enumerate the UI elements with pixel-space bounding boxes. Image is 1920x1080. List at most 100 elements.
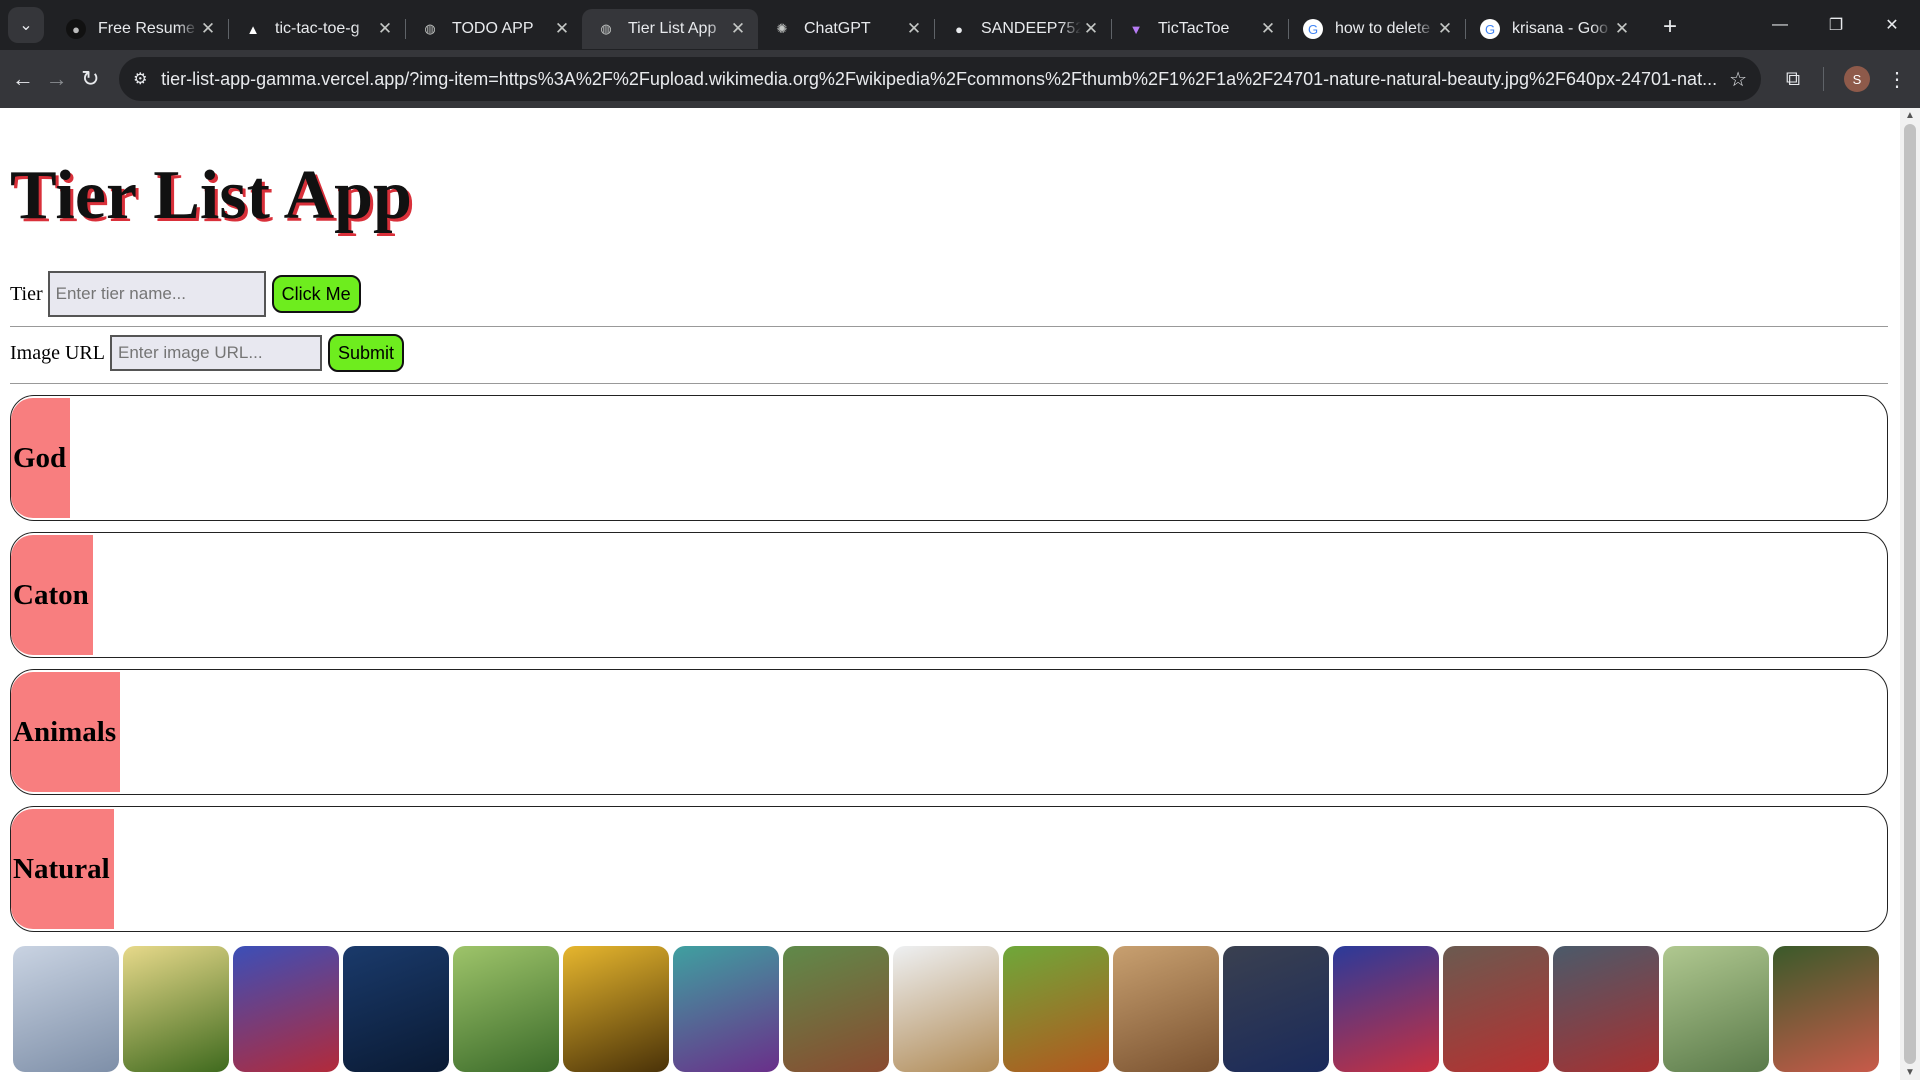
browser-toolbar: ← → ↻ ⚙ tier-list-app-gamma.vercel.app/?… [0, 50, 1920, 108]
chris-evans-shield-image[interactable] [1333, 946, 1439, 1072]
tab-close-icon[interactable]: ✕ [1081, 19, 1101, 39]
tier-label: Caton [11, 535, 93, 655]
tier-form: Tier Click Me [10, 270, 1910, 318]
tier-row[interactable]: God [10, 395, 1888, 521]
tier-list-page: Tier List App Tier Click Me Image URL Su… [0, 156, 1920, 932]
profile-avatar[interactable]: S [1844, 66, 1871, 92]
globe-icon: ◍ [600, 21, 612, 36]
google-icon: G [1303, 19, 1323, 39]
page-title: Tier List App [10, 157, 412, 234]
toolbar-divider [1823, 67, 1825, 91]
captain-america-shield-2-image[interactable] [1553, 946, 1659, 1072]
browser-tab-bar: ⌄ ● Free Resume ✕ ▲ tic-tac-toe-g ✕ ◍ TODO APP ✕… [0, 0, 1920, 50]
close-window-icon[interactable]: ✕ [1864, 0, 1920, 50]
chatgpt-icon: ✺ [776, 21, 788, 36]
vite-icon: ▼ [1129, 21, 1143, 37]
lake-pier-night-image[interactable] [343, 946, 449, 1072]
tab-close-icon[interactable]: ✕ [375, 19, 395, 39]
iron-man-image[interactable] [233, 946, 339, 1072]
page-viewport: Tier List App Tier Click Me Image URL Su… [0, 108, 1920, 1080]
tab-title: TicTacToe [1158, 20, 1230, 37]
globe-icon: ◍ [424, 21, 436, 36]
tab-close-icon[interactable]: ✕ [552, 19, 572, 39]
google-icon: G [1480, 19, 1500, 39]
radha-krishna-image[interactable] [1773, 946, 1879, 1072]
captain-america-image[interactable] [1223, 946, 1329, 1072]
tab-title: krisana - Goo [1512, 20, 1609, 37]
back-arrow-icon[interactable]: ← [8, 59, 38, 99]
tier-row[interactable]: Natural [10, 806, 1888, 932]
tab-close-icon[interactable]: ✕ [904, 19, 924, 39]
tier-label: Tier [10, 282, 43, 305]
captain-america-shield-1-image[interactable] [1443, 946, 1549, 1072]
browser-tab[interactable]: ◍ Tier List App ✕ [582, 9, 758, 49]
tab-close-icon[interactable]: ✕ [198, 19, 218, 39]
image-url-input[interactable] [109, 335, 322, 371]
divider [10, 326, 1888, 327]
add-tier-button[interactable]: Click Me [271, 275, 361, 313]
image-url-label: Image URL [10, 341, 105, 364]
tree-purple-meadow-image[interactable] [673, 946, 779, 1072]
scrollbar-thumb[interactable] [1904, 124, 1916, 1064]
image-pool [13, 946, 1879, 1072]
tier-name-input[interactable] [47, 271, 266, 317]
scroll-down-arrow-icon[interactable]: ▼ [1905, 1067, 1915, 1078]
github-icon: ● [955, 21, 963, 37]
tab-title: how to delete [1335, 20, 1431, 37]
minimize-icon[interactable]: — [1752, 0, 1808, 50]
browser-tab[interactable]: ▲ tic-tac-toe-g ✕ [229, 9, 405, 49]
scroll-up-arrow-icon[interactable]: ▲ [1905, 110, 1915, 121]
browser-tab[interactable]: ● SANDEEP752 ✕ [935, 9, 1111, 49]
tab-title: tic-tac-toe-g [275, 20, 360, 37]
submit-image-button[interactable]: Submit [327, 334, 405, 372]
tab-search-chevron-icon[interactable]: ⌄ [8, 7, 44, 43]
url-text[interactable]: tier-list-app-gamma.vercel.app/?img-item… [161, 69, 1717, 90]
new-tab-plus-icon[interactable]: + [1652, 13, 1688, 41]
tree-sunset-field-image[interactable] [123, 946, 229, 1072]
tier-row[interactable]: Animals [10, 669, 1888, 795]
browser-tab[interactable]: ● Free Resume ✕ [52, 9, 228, 49]
address-bar[interactable]: ⚙ tier-list-app-gamma.vercel.app/?img-it… [119, 57, 1762, 101]
tier-list: God Caton Animals Natural [10, 395, 1910, 932]
tab-title: TODO APP [452, 20, 534, 37]
tab-close-icon[interactable]: ✕ [728, 19, 748, 39]
tab-close-icon[interactable]: ✕ [1612, 19, 1632, 39]
stream-flowers-image[interactable] [453, 946, 559, 1072]
menu-kebab-icon[interactable]: ⋮ [1882, 67, 1912, 92]
extensions-puzzle-icon[interactable]: ⧉ [1771, 68, 1815, 91]
tab-close-icon[interactable]: ✕ [1435, 19, 1455, 39]
wooden-walkway-image[interactable] [783, 946, 889, 1072]
browser-tab[interactable]: ▼ TicTacToe ✕ [1112, 9, 1288, 49]
krishna-art-image[interactable] [1663, 946, 1769, 1072]
browser-tab[interactable]: Ghow to delete ✕ [1289, 9, 1465, 49]
tier-label: Animals [11, 672, 121, 792]
site-settings-icon[interactable]: ⚙ [133, 69, 161, 89]
browser-tab[interactable]: ✺ ChatGPT ✕ [758, 9, 934, 49]
tab-title: SANDEEP752 [981, 20, 1081, 37]
tab-title: ChatGPT [804, 20, 871, 37]
page-scrollbar[interactable]: ▲ ▼ [1900, 108, 1920, 1080]
restore-icon[interactable]: ❐ [1808, 0, 1864, 50]
vercel-triangle-icon: ▲ [246, 21, 260, 37]
shiva-statue-image[interactable] [13, 946, 119, 1072]
window-controls: — ❐ ✕ [1752, 0, 1920, 50]
bookmark-star-icon[interactable]: ☆ [1729, 67, 1747, 92]
image-form: Image URL Submit [10, 333, 1910, 373]
dark-logo-icon: ● [66, 19, 86, 39]
tab-strip: ● Free Resume ✕ ▲ tic-tac-toe-g ✕ ◍ TODO APP ✕ ◍ T… [52, 0, 1642, 50]
divider [10, 383, 1888, 384]
reload-icon[interactable]: ↻ [75, 59, 105, 99]
browser-tab[interactable]: Gkrisana - Goo ✕ [1466, 9, 1642, 49]
tab-title: Free Resume [98, 20, 195, 37]
forward-arrow-icon[interactable]: → [42, 59, 72, 99]
leopard-image[interactable] [1113, 946, 1219, 1072]
tier-label: Natural [11, 809, 114, 929]
tier-row[interactable]: Caton [10, 532, 1888, 658]
tab-close-icon[interactable]: ✕ [1258, 19, 1278, 39]
browser-tab[interactable]: ◍ TODO APP ✕ [406, 9, 582, 49]
red-squirrel-image[interactable] [1003, 946, 1109, 1072]
tab-title: Tier List App [628, 20, 717, 37]
lioness-image[interactable] [893, 946, 999, 1072]
golden-tree-reflection-image[interactable] [563, 946, 669, 1072]
tier-label: God [11, 398, 71, 518]
